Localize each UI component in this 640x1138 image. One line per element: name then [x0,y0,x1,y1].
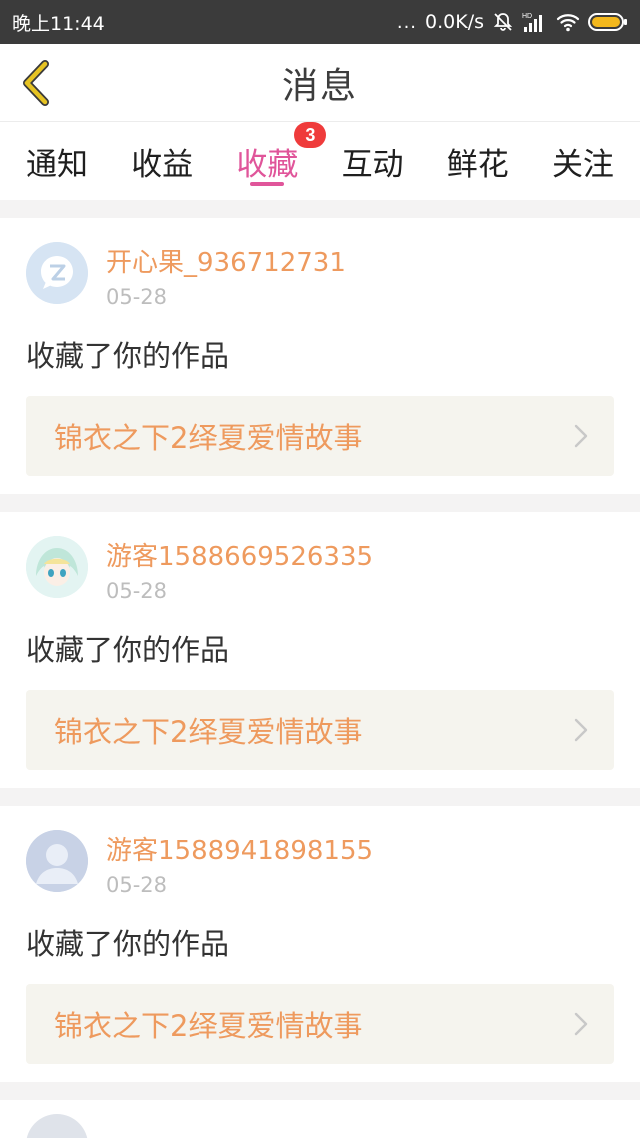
message-header: 游客1588941898155 05-28 [26,830,614,902]
avatar[interactable] [26,830,88,892]
work-title: 锦衣之下2绎夏爱情故事 [54,1009,363,1043]
battery-icon [588,12,628,32]
status-right: ... 0.0K/s HD [397,11,628,33]
avatar[interactable] [26,536,88,598]
chevron-right-icon [574,718,588,742]
tab-interactions[interactable]: 互动 [342,122,404,200]
status-time: 晚上11:44 [12,12,105,35]
work-title: 锦衣之下2绎夏爱情故事 [54,715,363,749]
status-bar: 晚上11:44 ... 0.0K/s HD [0,0,640,44]
work-link[interactable]: 锦衣之下2绎夏爱情故事 [26,690,614,770]
qq-logo-icon [26,242,88,304]
tab-flowers[interactable]: 鲜花 [447,122,509,200]
back-button[interactable] [14,58,58,108]
status-left: 晚上11:44 [12,9,105,36]
wifi-icon [556,12,580,32]
message-meta: 游客1588941898155 05-28 [106,830,373,902]
anime-avatar-icon [26,536,88,598]
tab-following[interactable]: 关注 [552,122,614,200]
message-card: 开心果_936712731 05-28 收藏了你的作品 锦衣之下2绎夏爱情故事 [0,218,640,494]
tab-label: 通知 [26,146,88,183]
unread-badge: 3 [294,122,327,148]
tab-label: 收益 [131,146,194,183]
work-title: 锦衣之下2绎夏爱情故事 [54,421,363,455]
message-text: 收藏了你的作品 [26,339,230,373]
tab-label: 互动 [341,146,404,183]
message-date: 05-28 [106,579,168,603]
message-list: 开心果_936712731 05-28 收藏了你的作品 锦衣之下2绎夏爱情故事 [0,200,640,1138]
message-card: 游客1588669526335 05-28 收藏了你的作品 锦衣之下2绎夏爱情故… [0,512,640,788]
chevron-right-icon [574,1012,588,1036]
tab-bar: 通知 收益 收藏 3 互动 鲜花 关注 [0,122,640,200]
message-card [0,1100,640,1138]
avatar[interactable] [26,1114,88,1138]
default-user-icon [26,830,88,892]
network-speed: 0.0K/s [425,11,484,33]
message-text: 收藏了你的作品 [26,633,230,667]
tab-earnings[interactable]: 收益 [131,122,193,200]
active-tab-indicator [250,182,285,186]
message-text: 收藏了你的作品 [26,927,230,961]
status-dots: ... [396,11,418,33]
message-card: 游客1588941898155 05-28 收藏了你的作品 锦衣之下2绎夏爱情故… [0,806,640,1082]
username[interactable]: 游客1588941898155 [106,834,373,868]
work-link[interactable]: 锦衣之下2绎夏爱情故事 [26,984,614,1064]
chevron-left-icon [23,60,49,106]
message-meta: 开心果_936712731 05-28 [106,242,346,314]
message-header: 游客1588669526335 05-28 [26,536,614,608]
work-link[interactable]: 锦衣之下2绎夏爱情故事 [26,396,614,476]
message-date: 05-28 [106,285,168,309]
tab-label: 关注 [551,146,614,183]
tab-favorites[interactable]: 收藏 3 [236,122,327,200]
signal-hd-label: HD [522,13,532,20]
username[interactable]: 开心果_936712731 [106,246,346,280]
tab-label: 鲜花 [446,146,509,183]
tab-notifications[interactable]: 通知 [26,122,88,200]
app-header: 消息 [0,44,640,122]
message-date: 05-28 [106,873,168,897]
mute-alarm-icon [492,11,514,33]
tab-label: 收藏 [236,146,299,183]
message-header: 开心果_936712731 05-28 [26,242,614,314]
avatar[interactable] [26,242,88,304]
username[interactable]: 游客1588669526335 [106,540,373,574]
message-meta: 游客1588669526335 05-28 [106,536,373,608]
page-title: 消息 [281,65,358,107]
chevron-right-icon [574,424,588,448]
cell-signal-icon: HD [522,11,548,33]
